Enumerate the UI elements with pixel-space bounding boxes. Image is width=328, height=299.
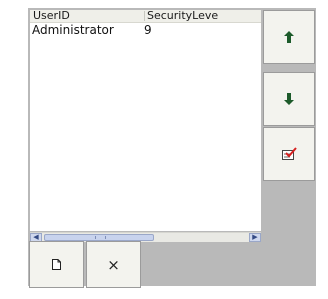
users-list[interactable]: UserID SecurityLeve Administrator 9 — [30, 10, 261, 231]
up-arrow-icon — [283, 30, 295, 44]
delete-button[interactable]: × — [86, 241, 141, 288]
list-header: UserID SecurityLeve — [30, 10, 261, 23]
edit-button[interactable] — [263, 127, 315, 181]
scroll-thumb[interactable] — [44, 234, 154, 241]
down-arrow-icon — [283, 92, 295, 106]
column-header-userid[interactable]: UserID — [33, 10, 143, 22]
scroll-right-icon[interactable]: ▶ — [249, 233, 261, 242]
delete-icon: × — [107, 255, 120, 274]
edit-checklist-icon — [281, 147, 297, 161]
new-document-icon — [51, 258, 62, 271]
cell-securitylevel: 9 — [144, 24, 152, 37]
new-button[interactable] — [29, 241, 84, 288]
column-header-securitylevel[interactable]: SecurityLeve — [147, 10, 259, 22]
scroll-grip — [95, 236, 106, 239]
move-down-button[interactable] — [263, 72, 315, 126]
move-up-button[interactable] — [263, 10, 315, 64]
cell-userid: Administrator — [32, 24, 114, 37]
table-row[interactable]: Administrator 9 — [30, 24, 261, 37]
column-separator[interactable] — [144, 11, 145, 21]
